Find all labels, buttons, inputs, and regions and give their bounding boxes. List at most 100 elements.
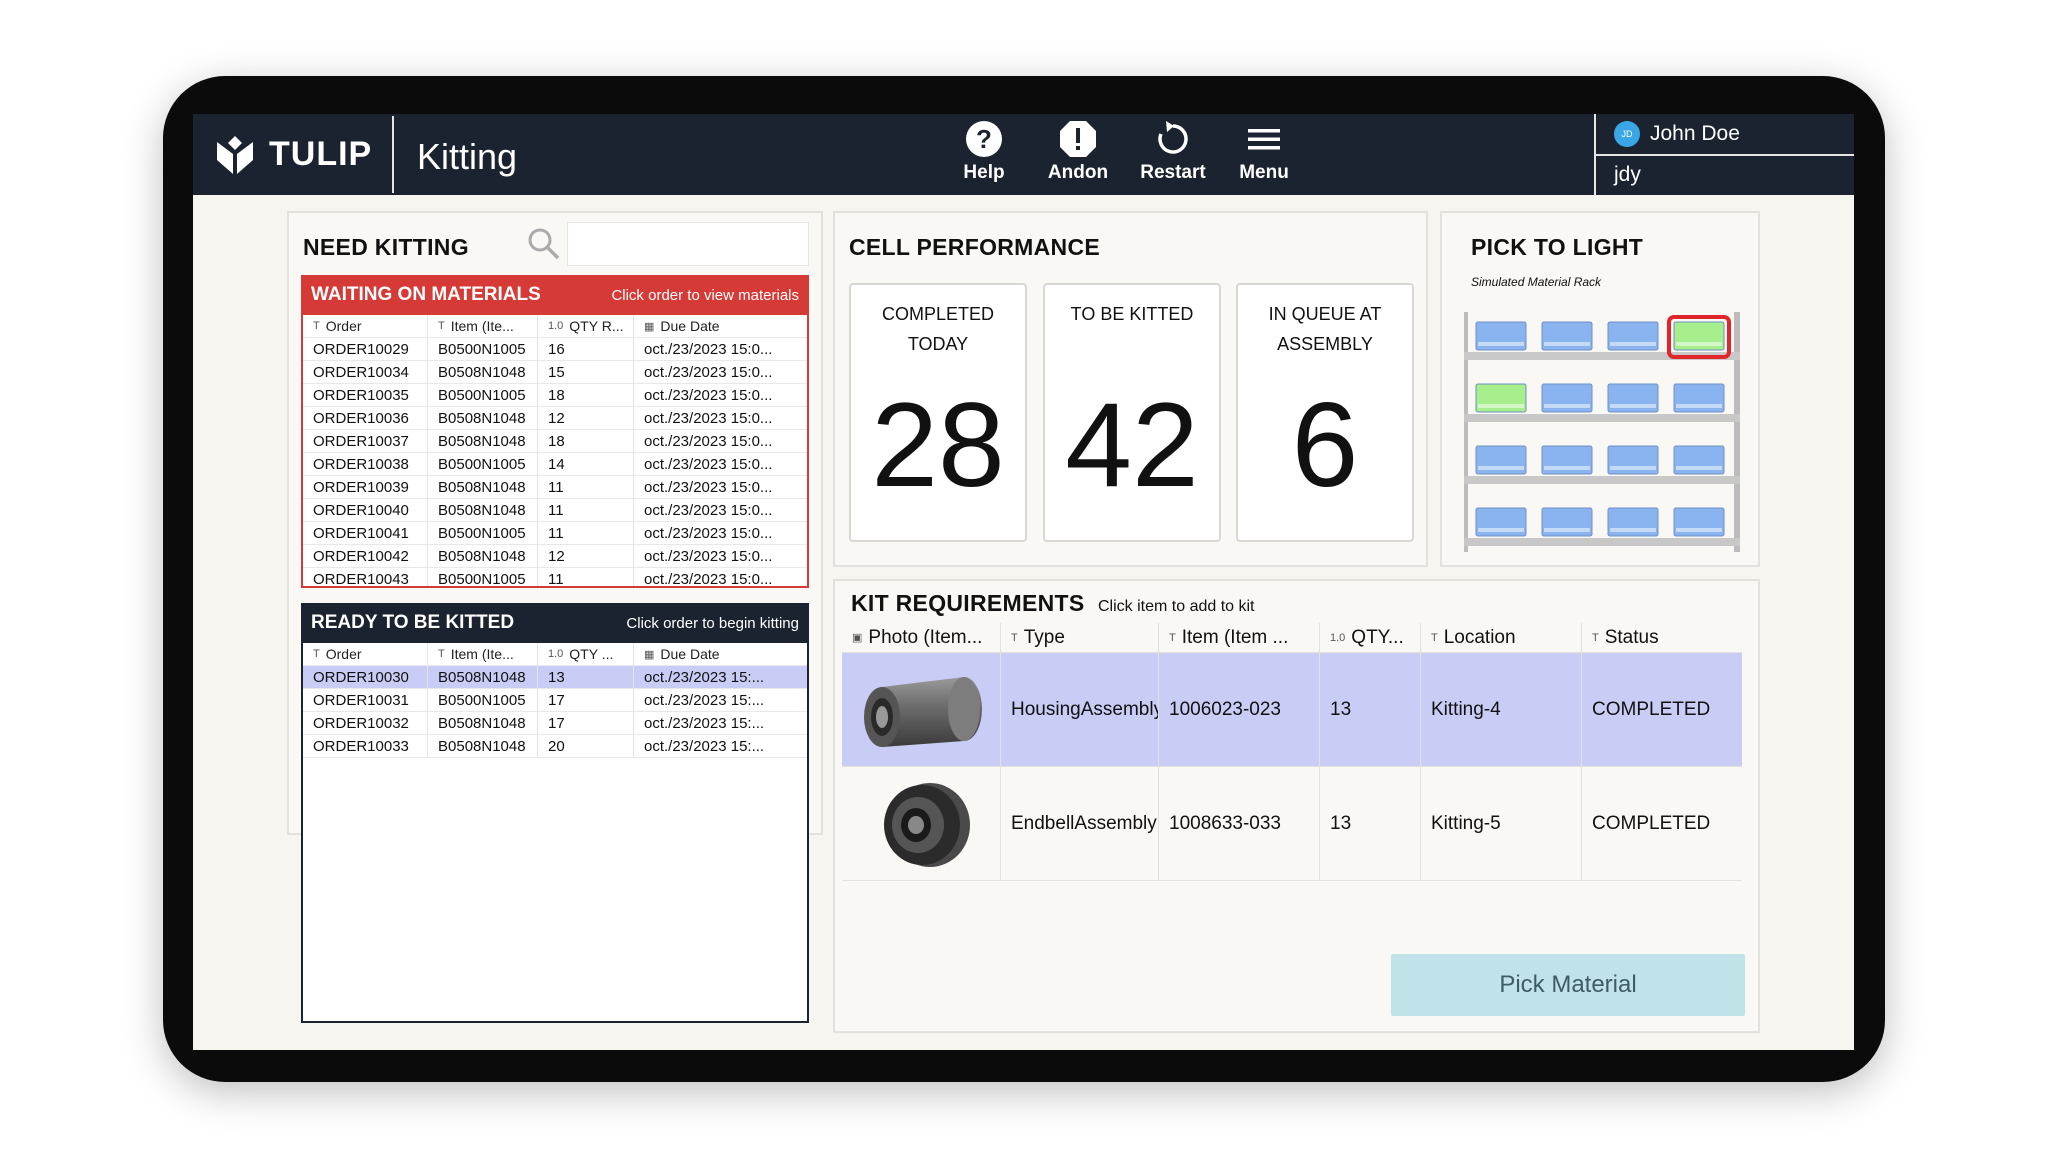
cell-performance-panel: CELL PERFORMANCE COMPLETED TODAY 28 TO BE… xyxy=(833,211,1428,567)
table-row[interactable]: ORDER10042 B0508N1048 12 oct./23/2023 15:0.… xyxy=(303,545,807,568)
table-cell: 20 xyxy=(538,735,634,757)
table-cell: oct./23/2023 15:0... xyxy=(644,478,773,496)
location-cell: Kitting-4 xyxy=(1421,653,1582,766)
col-item[interactable]: T Item (Ite... xyxy=(428,643,538,665)
col-status[interactable]: T Status xyxy=(1582,623,1742,652)
kit-requirements-panel: KIT REQUIREMENTS Click item to add to ki… xyxy=(833,579,1760,1033)
table-cell: 18 xyxy=(538,430,634,452)
status-cell: COMPLETED xyxy=(1592,698,1711,720)
user-info[interactable]: JD John Doe jdy xyxy=(1594,114,1854,195)
table-cell: 11 xyxy=(538,522,634,544)
table-cell: ORDER10035 xyxy=(303,384,428,406)
kit-requirements-table[interactable]: ▣ Photo (Item... T Type T Item (Item ... 1.… xyxy=(842,623,1742,881)
col-qty[interactable]: 1.0 QTY... xyxy=(1320,623,1421,652)
rack-bin-lip xyxy=(1544,342,1590,346)
col-qty[interactable]: 1.0 QTY R... xyxy=(538,315,634,337)
waiting-header: WAITING ON MATERIALS Click order to view… xyxy=(303,277,807,315)
restart-button[interactable]: Restart xyxy=(1128,120,1218,184)
table-cell: 12 xyxy=(538,545,634,567)
col-order[interactable]: T Order xyxy=(303,315,428,337)
col-due-date[interactable]: ▦ Due Date xyxy=(634,315,807,337)
table-cell: B0500N1005 xyxy=(428,522,538,544)
table-row[interactable]: ORDER10039 B0508N1048 11 oct./23/2023 15:0.… xyxy=(303,476,807,499)
table-cell: 17 xyxy=(538,712,634,734)
table-row[interactable]: ORDER10043 B0500N1005 11 oct./23/2023 15:0.… xyxy=(303,568,807,588)
table-row[interactable]: ORDER10034 B0508N1048 15 oct./23/2023 15:0.… xyxy=(303,361,807,384)
table-cell: oct./23/2023 15:0... xyxy=(644,570,773,588)
ready-to-be-kitted-table[interactable]: READY TO BE KITTED Click order to begin … xyxy=(301,603,809,1023)
app-title: Kitting xyxy=(417,136,518,177)
table-cell: 11 xyxy=(538,568,634,586)
rack-bin-lip xyxy=(1676,342,1722,346)
table-cell: B0508N1048 xyxy=(428,545,538,567)
table-cell: oct./23/2023 15:... xyxy=(644,668,765,686)
rack-bin-lip xyxy=(1610,528,1656,532)
col-location[interactable]: T Location xyxy=(1421,623,1582,652)
waiting-on-materials-table[interactable]: WAITING ON MATERIALS Click order to view… xyxy=(301,275,809,588)
table-cell: oct./23/2023 15:... xyxy=(644,714,765,732)
table-cell: 16 xyxy=(538,338,634,360)
menu-button[interactable]: Menu xyxy=(1219,120,1309,184)
col-qty[interactable]: 1.0 QTY ... xyxy=(538,643,634,665)
table-row[interactable]: ORDER10040 B0508N1048 11 oct./23/2023 15:0.… xyxy=(303,499,807,522)
table-row[interactable]: ORDER10041 B0500N1005 11 oct./23/2023 15:0.… xyxy=(303,522,807,545)
col-order[interactable]: T Order xyxy=(303,643,428,665)
table-cell: B0500N1005 xyxy=(428,384,538,406)
table-cell: ORDER10032 xyxy=(303,712,428,734)
col-type[interactable]: T Type xyxy=(1001,623,1159,652)
col-due-date[interactable]: ▦ Due Date xyxy=(634,643,807,665)
table-cell: ORDER10034 xyxy=(303,361,428,383)
table-cell: oct./23/2023 15:0... xyxy=(644,409,773,427)
table-row[interactable]: ORDER10037 B0508N1048 18 oct./23/2023 15:0.… xyxy=(303,430,807,453)
table-row[interactable]: ORDER10038 B0500N1005 14 oct./23/2023 15:0.… xyxy=(303,453,807,476)
status-cell: COMPLETED xyxy=(1592,812,1711,834)
col-item[interactable]: T Item (Item ... xyxy=(1159,623,1320,652)
table-row[interactable]: ORDER10033 B0508N1048 20 oct./23/2023 15:..… xyxy=(303,735,807,758)
rack-bin-lip xyxy=(1610,342,1656,346)
rack-shelf xyxy=(1464,414,1740,422)
table-row[interactable]: ORDER10036 B0508N1048 12 oct./23/2023 15:0.… xyxy=(303,407,807,430)
tulip-logo-icon xyxy=(217,136,253,174)
kit-row-housing-assembly[interactable]: Housing Assembly 1006023-023 13 Kitting-4… xyxy=(842,653,1742,767)
table-cell: ORDER10029 xyxy=(303,338,428,360)
table-row[interactable]: ORDER10035 B0500N1005 18 oct./23/2023 15:0.… xyxy=(303,384,807,407)
kit-column-headers: ▣ Photo (Item... T Type T Item (Item ... 1.… xyxy=(842,623,1742,653)
table-row[interactable]: ORDER10031 B0500N1005 17 oct./23/2023 15:..… xyxy=(303,689,807,712)
waiting-title: WAITING ON MATERIALS xyxy=(311,284,541,305)
table-cell: 11 xyxy=(538,476,634,498)
stat-to-be-kitted: TO BE KITTED 42 xyxy=(1043,283,1221,542)
pick-material-button[interactable]: Pick Material xyxy=(1391,954,1745,1016)
table-cell: 17 xyxy=(538,689,634,711)
rack-bin-lip xyxy=(1610,466,1656,470)
col-photo[interactable]: ▣ Photo (Item... xyxy=(842,623,1001,652)
help-button[interactable]: ? Help xyxy=(939,120,1029,184)
table-cell: ORDER10039 xyxy=(303,476,428,498)
user-id: jdy xyxy=(1614,163,1641,186)
restart-label: Restart xyxy=(1140,162,1206,183)
photo-cell xyxy=(842,653,1001,766)
waiting-rows: ORDER10029 B0500N1005 16 oct./23/2023 15:0.… xyxy=(303,338,807,588)
andon-button[interactable]: Andon xyxy=(1033,120,1123,184)
table-cell: 18 xyxy=(538,384,634,406)
table-row[interactable]: ORDER10030 B0508N1048 13 oct./23/2023 15:..… xyxy=(303,666,807,689)
header-divider xyxy=(392,116,394,193)
table-row[interactable]: ORDER10032 B0508N1048 17 oct./23/2023 15:..… xyxy=(303,712,807,735)
rack-bin-lip xyxy=(1676,528,1722,532)
table-cell: B0508N1048 xyxy=(428,476,538,498)
table-row[interactable]: ORDER10029 B0500N1005 16 oct./23/2023 15:0.… xyxy=(303,338,807,361)
table-cell: B0508N1048 xyxy=(428,407,538,429)
rack-bin-lip xyxy=(1544,528,1590,532)
table-cell: ORDER10033 xyxy=(303,735,428,757)
item-cell: 1008633-033 xyxy=(1159,767,1320,880)
table-cell: B0508N1048 xyxy=(428,430,538,452)
menu-icon xyxy=(1248,129,1280,150)
col-item[interactable]: T Item (Ite... xyxy=(428,315,538,337)
table-cell: oct./23/2023 15:0... xyxy=(644,340,773,358)
waiting-column-headers: T Order T Item (Ite... 1.0 QTY R... ▦ Due Da… xyxy=(303,315,807,338)
table-cell: B0500N1005 xyxy=(428,689,538,711)
table-cell: 11 xyxy=(538,499,634,521)
qty-cell: 13 xyxy=(1320,653,1421,766)
kit-row-endbell-assembly[interactable]: Endbell Assembly 1008633-033 13 Kitting-5… xyxy=(842,767,1742,881)
search-input[interactable] xyxy=(567,222,809,266)
user-name: John Doe xyxy=(1650,122,1740,145)
